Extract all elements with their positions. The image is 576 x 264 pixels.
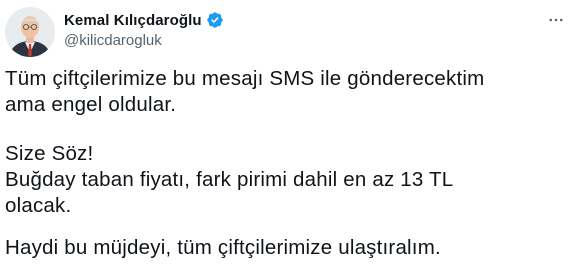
more-options-icon[interactable]	[546, 10, 566, 30]
author-name-row: Kemal Kılıçdaroğlu	[64, 10, 224, 30]
author-block: Kemal Kılıçdaroğlu @kilicdarogluk	[64, 10, 224, 49]
tweet-paragraph-2: Size Söz! Buğday taban fiyatı, fark piri…	[5, 142, 454, 217]
avatar[interactable]	[5, 7, 55, 57]
author-handle[interactable]: @kilicdarogluk	[64, 32, 224, 49]
profile-photo-avatar	[5, 7, 55, 57]
verified-badge-icon	[206, 11, 224, 29]
tweet-card: Kemal Kılıçdaroğlu @kilicdarogluk Tüm çi…	[0, 0, 576, 264]
tweet-header: Kemal Kılıçdaroğlu @kilicdarogluk	[0, 0, 576, 62]
tweet-paragraph-3: Haydi bu müjdeyi, tüm çiftçilerimize ula…	[5, 236, 441, 259]
tweet-paragraph-1: Tüm çiftçilerimize bu mesajı SMS ile gön…	[5, 67, 485, 116]
author-display-name[interactable]: Kemal Kılıçdaroğlu	[64, 12, 202, 29]
